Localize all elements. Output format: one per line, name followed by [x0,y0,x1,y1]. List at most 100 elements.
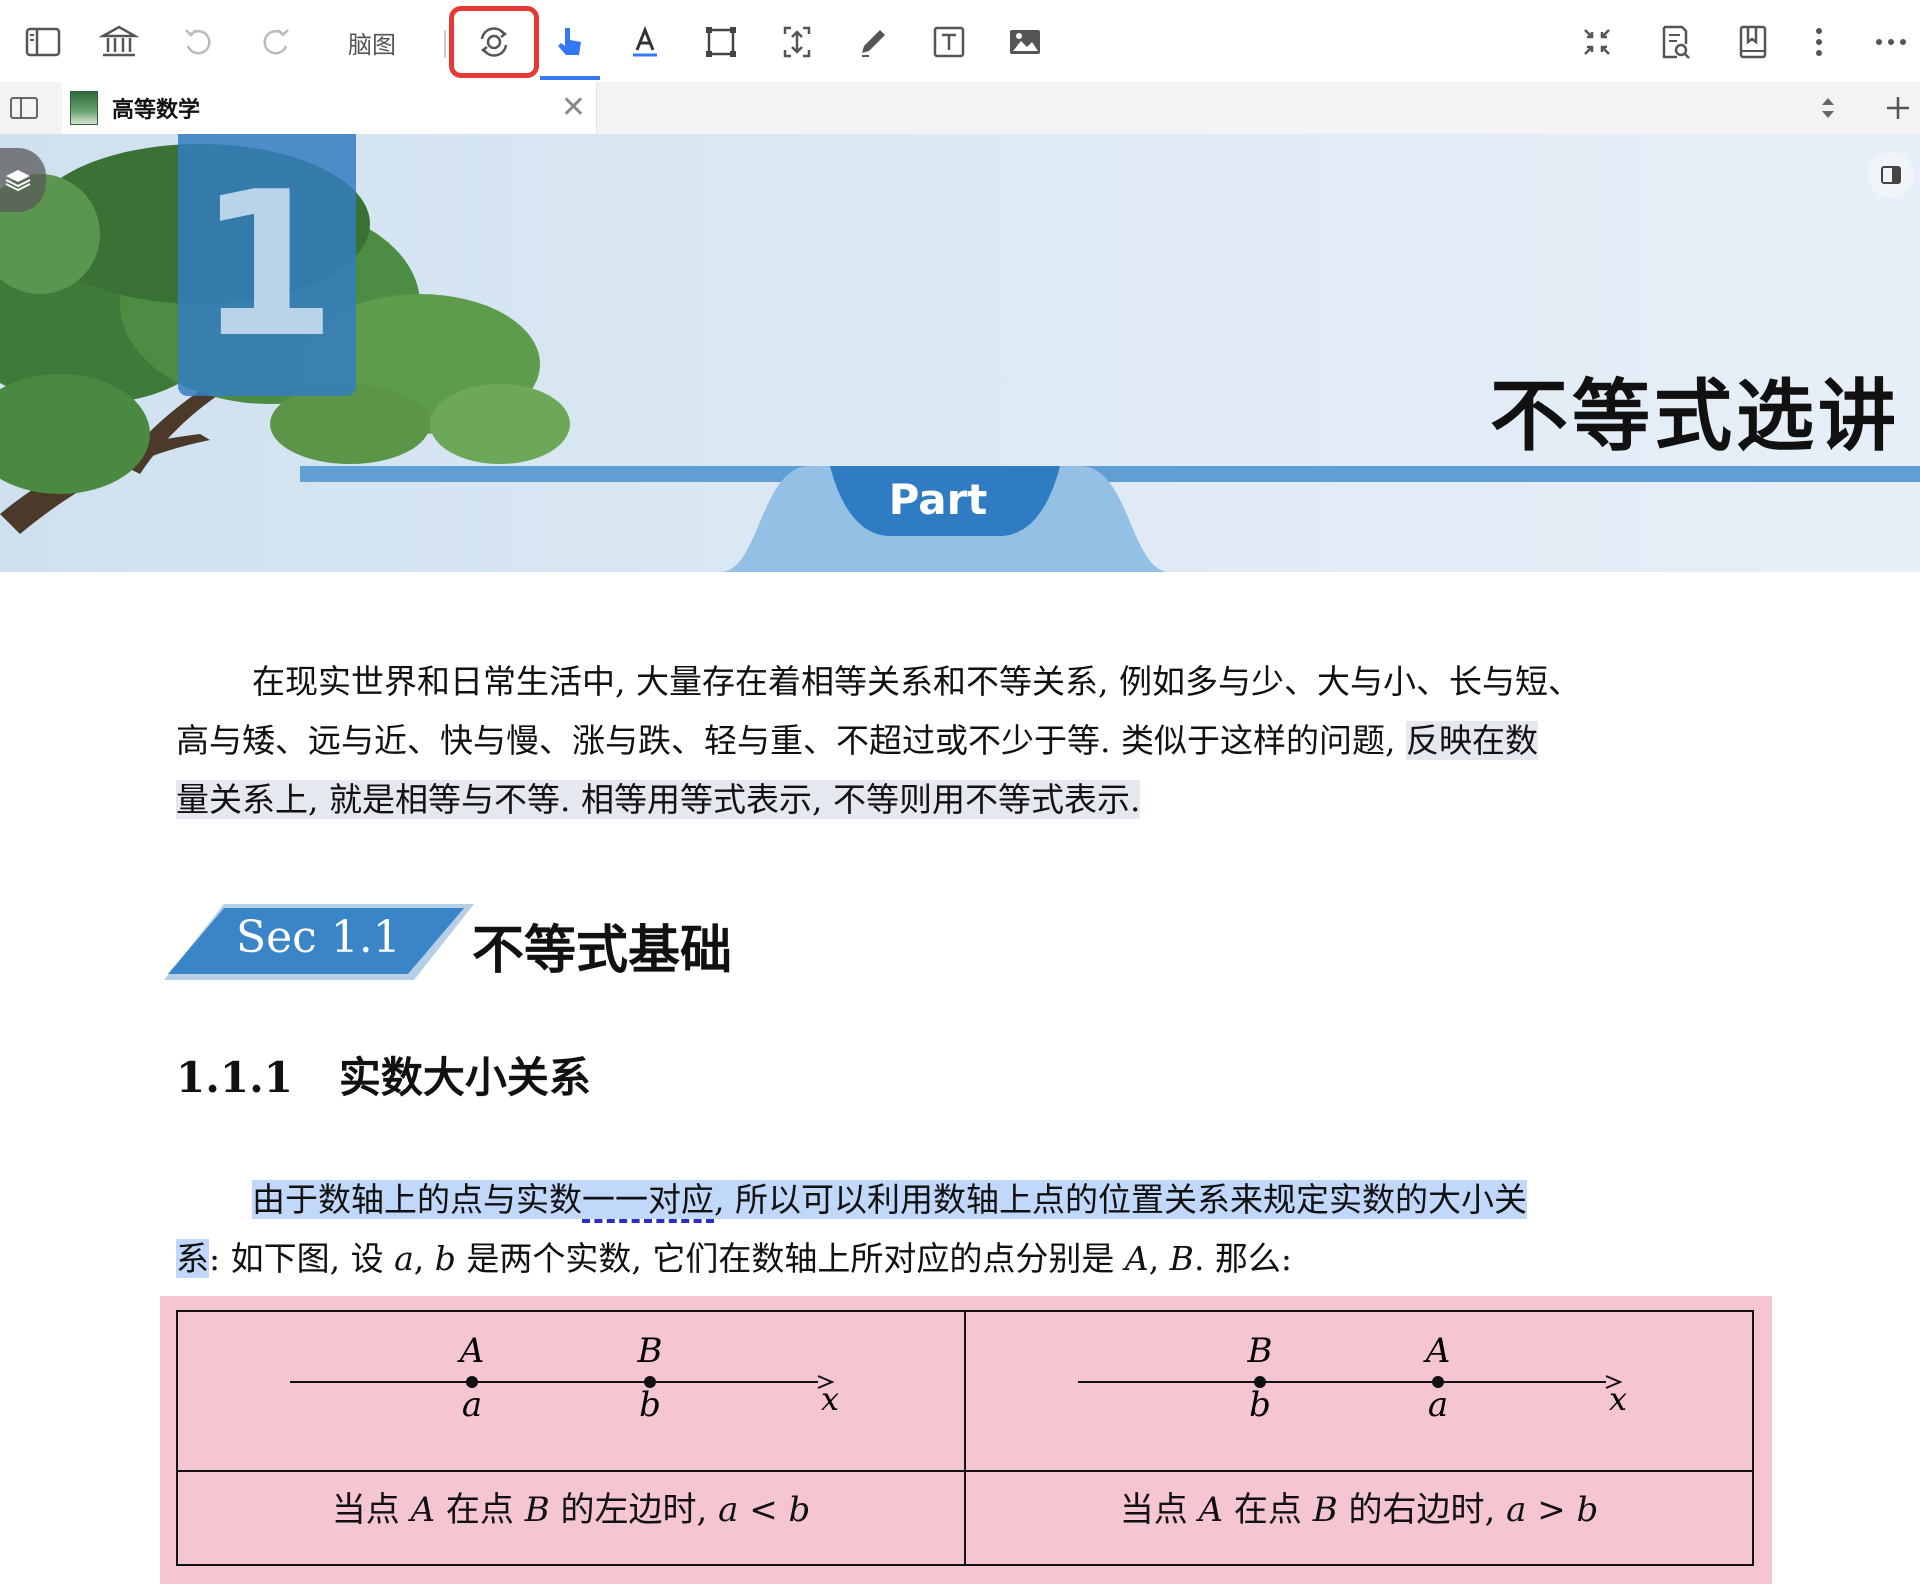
left-point1-upper: A [457,1331,485,1371]
caption-relation: a < b [718,1490,811,1530]
point-A: A [1124,1239,1149,1278]
right-point1-upper: B [1247,1331,1273,1371]
more-horizontal-icon [1876,39,1906,45]
right-point2-lower: a [1428,1385,1448,1425]
layers-button[interactable] [0,148,46,212]
comma-2: , [1148,1239,1170,1278]
body-text-c: , 所以可以利用数轴上点的位置关系来规定实数的大小关 [714,1180,1527,1219]
pen-button[interactable] [844,14,902,70]
gray-highlight-text-2[interactable]: 量关系上, 就是相等与不等. 相等用等式表示, 不等则用不等式表示. [176,780,1141,819]
split-view-button[interactable] [8,92,40,124]
image-icon [1010,30,1040,54]
document-page: 1 不等式选讲 Part 在现实世界和日常生活中, 大量存在着相等关系和不等关系… [0,134,1920,1584]
more-horizontal-button[interactable] [1862,14,1920,70]
text-box-icon [933,26,965,58]
bookmark-button[interactable] [1724,14,1782,70]
table-divider-horizontal [178,1470,1752,1472]
pen-icon [862,30,885,57]
sort-updown-icon [1822,98,1834,118]
close-icon[interactable]: ✕ [561,90,586,125]
point-B: B [1169,1239,1194,1278]
undo-icon [185,29,211,55]
area-select-icon [706,27,736,57]
subsection-number: 1.1.1 [176,1053,293,1102]
library-icon [99,25,139,57]
layers-icon [5,170,31,192]
subsection-heading: 1.1.1 实数大小关系 [176,1044,591,1105]
pointer-icon [558,28,581,55]
right-panel-button[interactable] [1868,152,1914,198]
body-line-1: 由于数轴上的点与实数一一对应, 所以可以利用数轴上点的位置关系来规定实数的大小关 [176,1170,1754,1229]
toolbar-separator [444,30,446,58]
undo-button[interactable] [170,14,228,70]
chapter-number: 1 [178,134,356,396]
right-axis-label: x [1609,1380,1627,1418]
resize-icon [783,26,811,58]
intro-line-2-text: 高与矮、远与近、快与慢、涨与跌、轻与重、不超过或不少于等. 类似于这样的问题, [176,721,1406,760]
body-text-2c: 是两个实数, 它们在数轴上所对应的点分别是 [455,1239,1125,1278]
number-line-right: B b A a x [1078,1331,1627,1425]
pointer-tool-button[interactable] [540,14,598,70]
redo-button[interactable] [246,14,304,70]
more-vertical-button[interactable] [1790,14,1848,70]
tab-document[interactable]: 高等数学 ✕ [62,82,597,134]
intro-line-3: 量关系上, 就是相等与不等. 相等用等式表示, 不等则用不等式表示. [176,770,1754,829]
resize-button[interactable] [768,14,826,70]
body-line-2: 系: 如下图, 设 a, b 是两个实数, 它们在数轴上所对应的点分别是 A, … [176,1229,1754,1288]
collapse-button[interactable] [1568,14,1626,70]
number-line-left: A a B b x [290,1331,839,1425]
subsection-title: 实数大小关系 [338,1053,591,1102]
blue-highlight-text[interactable]: 由于数轴上的点与实数一一对应, 所以可以利用数轴上点的位置关系来规定实数的大小关 [252,1180,1527,1223]
tab-bar: 高等数学 ✕ [0,82,1920,135]
caption-text: 在点 [1223,1490,1313,1530]
chapter-title: 不等式选讲 [1489,372,1900,462]
blue-highlight-text-2[interactable]: 系 [176,1239,209,1278]
area-select-button[interactable] [692,14,750,70]
intro-line-2: 高与矮、远与近、快与慢、涨与跌、轻与重、不超过或不少于等. 类似于这样的问题, … [176,711,1754,770]
search-document-icon [1662,25,1690,59]
caption-text: 当点 [1119,1490,1199,1530]
intro-line-1: 在现实世界和日常生活中, 大量存在着相等关系和不等关系, 例如多与少、大与小、长… [252,662,1581,701]
var-b: b [434,1239,456,1278]
caption-A: A [410,1490,436,1530]
caption-text: 的左边时, [549,1490,719,1530]
right-caption: 当点 A 在点 B 的右边时, a > b [966,1482,1752,1531]
body-paragraph: 由于数轴上的点与实数一一对应, 所以可以利用数轴上点的位置关系来规定实数的大小关… [176,1170,1754,1288]
tab-title: 高等数学 [112,98,201,123]
library-button[interactable] [90,14,148,70]
number-line-table: A a B b x B b A a x 当点 A 在点 B 的左边时, a < … [176,1310,1754,1566]
var-a: a [394,1239,414,1278]
mindmap-button[interactable]: 脑图 [332,14,412,70]
caption-B: B [1312,1490,1338,1530]
right-point2-upper: A [1423,1331,1451,1371]
body-text-a: 由于数轴上的点与实数 [252,1180,582,1219]
caption-A: A [1198,1490,1224,1530]
search-document-button[interactable] [1646,14,1704,70]
split-view-icon [10,97,38,119]
caption-relation: a > b [1506,1490,1599,1530]
more-vertical-icon [1816,28,1822,56]
main-toolbar: 脑图 [0,0,1920,83]
section-label: Sec 1.1 [236,912,401,963]
left-point2-upper: B [637,1331,663,1371]
text-highlight-button[interactable] [616,14,674,70]
settings-sync-icon [480,27,508,57]
sidebar-toggle-button[interactable] [14,14,72,70]
right-point1-lower: b [1249,1385,1271,1425]
text-box-button[interactable] [920,14,978,70]
dashed-underline-text[interactable]: 一一对应 [582,1180,714,1223]
section-title: 不等式基础 [472,921,733,981]
gray-highlight-text[interactable]: 反映在数 [1405,721,1538,760]
image-button[interactable] [996,14,1054,70]
text-highlight-icon [633,25,657,57]
chapter-banner: 1 不等式选讲 Part [0,134,1920,572]
new-tab-button[interactable] [1880,90,1916,126]
intro-paragraph: 在现实世界和日常生活中, 大量存在着相等关系和不等关系, 例如多与少、大与小、长… [176,652,1754,829]
comma: , [413,1239,435,1278]
sort-button[interactable] [1812,92,1844,124]
sidebar-toggle-icon [25,27,61,57]
settings-sync-button[interactable] [465,14,523,70]
left-point1-lower: a [462,1385,482,1425]
panel-toggle-icon [1881,166,1901,184]
caption-text: 当点 [331,1490,411,1530]
